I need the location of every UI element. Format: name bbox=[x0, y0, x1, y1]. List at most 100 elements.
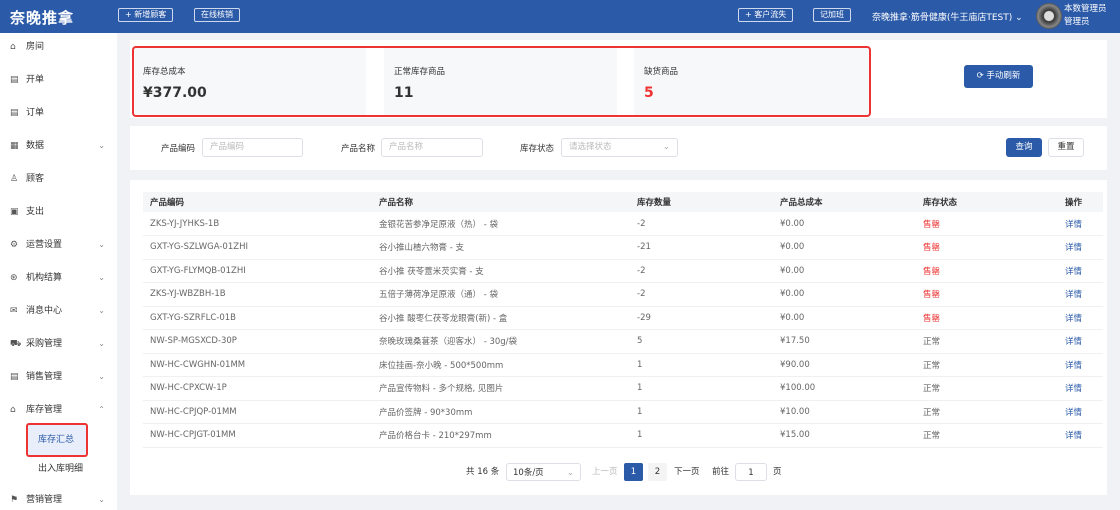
page-1-button[interactable]: 1 bbox=[624, 463, 643, 481]
name-input[interactable]: 产品名称 bbox=[381, 138, 483, 157]
sidebar-item-inventory-summary[interactable]: 库存汇总 bbox=[26, 423, 88, 457]
cell-code: GXT-YG-SZLWGA-01ZHI bbox=[143, 235, 372, 260]
store-selector[interactable]: 奈晚推拿·筋骨健康(牛王庙店TEST) ⌄ bbox=[872, 10, 1023, 23]
col-code: 产品编码 bbox=[143, 192, 372, 212]
store-name: 奈晚推拿·筋骨健康(牛王庙店TEST) bbox=[872, 13, 1013, 23]
sidebar-item-label: 运营设置 bbox=[26, 240, 63, 250]
detail-link[interactable]: 详情 bbox=[1058, 259, 1103, 283]
cell-cost: ¥10.00 bbox=[773, 400, 916, 424]
cell-status: 售罄 bbox=[916, 235, 1058, 260]
cell-status: 售罄 bbox=[916, 282, 1058, 307]
cell-code: ZKS-YJ-WBZBH-1B bbox=[143, 282, 372, 307]
customer-loss-button[interactable]: + 客户流失 bbox=[738, 8, 794, 22]
col-name: 产品名称 bbox=[372, 192, 630, 212]
cell-cost: ¥90.00 bbox=[773, 353, 916, 377]
sidebar-item-stock-detail[interactable]: 出入库明细 bbox=[0, 459, 117, 479]
sidebar-item[interactable]: ⚙ 运营设置 ⌄ bbox=[0, 235, 117, 255]
detail-link[interactable]: 详情 bbox=[1058, 282, 1103, 307]
cell-code: NW-HC-CPJQP-01MM bbox=[143, 400, 372, 424]
sidebar-item[interactable]: ⌂ 房间 bbox=[0, 37, 117, 57]
goto-page-input[interactable]: 1 bbox=[735, 463, 767, 481]
cell-qty: -2 bbox=[630, 259, 773, 283]
sidebar-item[interactable]: ▣ 支出 bbox=[0, 202, 117, 222]
detail-link[interactable]: 详情 bbox=[1058, 212, 1103, 236]
chevron-icon: ⌄ bbox=[98, 372, 105, 381]
detail-link[interactable]: 详情 bbox=[1058, 235, 1103, 260]
col-qty: 库存数量 bbox=[630, 192, 773, 212]
sidebar-item[interactable]: ▦ 数据 ⌄ bbox=[0, 136, 117, 156]
chevron-icon: ⌄ bbox=[98, 306, 105, 315]
cell-code: GXT-YG-FLYMQB-01ZHI bbox=[143, 259, 372, 283]
table-row: NW-HC-CPXCW-1P 产品宣传物料 - 多个规格, 见图片 1 ¥100.00… bbox=[143, 376, 1103, 401]
page-2-button[interactable]: 2 bbox=[648, 463, 667, 481]
cell-status: 正常 bbox=[916, 423, 1058, 448]
status-select[interactable]: 请选择状态 ⌄ bbox=[561, 138, 678, 157]
sidebar-item[interactable]: ▤ 订单 bbox=[0, 103, 117, 123]
cell-qty: -2 bbox=[630, 212, 773, 236]
sidebar-item[interactable]: ▤ 开单 bbox=[0, 70, 117, 90]
menu-icon: ▦ bbox=[10, 141, 19, 151]
cell-code: NW-HC-CPXCW-1P bbox=[143, 376, 372, 401]
cell-cost: ¥0.00 bbox=[773, 306, 916, 330]
cell-qty: -21 bbox=[630, 235, 773, 260]
page-unit-label: 页 bbox=[773, 467, 782, 477]
cell-cost: ¥100.00 bbox=[773, 376, 916, 401]
table-row: NW-HC-CWGHN-01MM 床位挂画-奈小晚 - 500*500mm 1 ¥90… bbox=[143, 353, 1103, 377]
chevron-down-icon: ⌄ bbox=[662, 142, 670, 152]
add-customer-button[interactable]: + 新增顾客 bbox=[118, 8, 174, 22]
cell-qty: 1 bbox=[630, 423, 773, 448]
prev-page-button[interactable]: 上一页 bbox=[592, 463, 618, 481]
sidebar-item[interactable]: ✉ 消息中心 ⌄ bbox=[0, 301, 117, 321]
query-button[interactable]: 查询 bbox=[1006, 138, 1042, 157]
table-row: GXT-YG-FLYMQB-01ZHI 谷小推 茯苓薏米芡实膏 - 支 -2 ¥0.0… bbox=[143, 259, 1103, 283]
reset-button[interactable]: 重置 bbox=[1048, 138, 1084, 157]
table-row: ZKS-YJ-JYHKS-1B 金银花苦参净足原液（热） - 袋 -2 ¥0.00 售罄… bbox=[143, 212, 1103, 236]
cell-qty: 5 bbox=[630, 329, 773, 354]
next-page-button[interactable]: 下一页 bbox=[674, 463, 700, 481]
cell-cost: ¥15.00 bbox=[773, 423, 916, 448]
code-label: 产品编码 bbox=[161, 144, 196, 154]
detail-link[interactable]: 详情 bbox=[1058, 329, 1103, 354]
detail-link[interactable]: 详情 bbox=[1058, 376, 1103, 401]
cell-name: 五倍子薄荷净足原液（通） - 袋 bbox=[372, 282, 630, 307]
chevron-icon: ⌄ bbox=[98, 339, 105, 348]
sidebar-item[interactable]: ⌂ 库存管理 ⌃ bbox=[0, 400, 117, 420]
detail-link[interactable]: 详情 bbox=[1058, 306, 1103, 330]
chevron-icon: ⌃ bbox=[98, 405, 105, 414]
sidebar-item-label: 营销管理 bbox=[26, 495, 63, 505]
page-size-select[interactable]: 10条/页 ⌄ bbox=[506, 463, 581, 481]
avatar[interactable] bbox=[1036, 3, 1062, 29]
sidebar-item[interactable]: ⛟ 采购管理 ⌄ bbox=[0, 334, 117, 354]
menu-icon: ✉ bbox=[10, 306, 18, 316]
sidebar-item-label: 机构结算 bbox=[26, 273, 63, 283]
detail-link[interactable]: 详情 bbox=[1058, 423, 1103, 448]
sidebar-item[interactable]: ♙ 顾客 bbox=[0, 169, 117, 189]
chevron-icon: ⌄ bbox=[98, 495, 105, 504]
sidebar-item[interactable]: ⊛ 机构结算 ⌄ bbox=[0, 268, 117, 288]
cell-cost: ¥0.00 bbox=[773, 235, 916, 260]
total-count: 共 16 条 bbox=[466, 467, 500, 477]
cell-name: 床位挂画-奈小晚 - 500*500mm bbox=[372, 353, 630, 377]
cell-status: 售罄 bbox=[916, 306, 1058, 330]
cell-status: 售罄 bbox=[916, 212, 1058, 236]
chevron-icon: ⌄ bbox=[98, 240, 105, 249]
user-role: 管理员 bbox=[1064, 17, 1090, 27]
clock-shift-button[interactable]: 记加班 bbox=[813, 8, 851, 22]
sidebar-item-label: 开单 bbox=[26, 75, 45, 85]
cell-cost: ¥17.50 bbox=[773, 329, 916, 354]
chevron-icon: ⌄ bbox=[98, 273, 105, 282]
detail-link[interactable]: 详情 bbox=[1058, 353, 1103, 377]
manual-refresh-button[interactable]: ⟳ 手动刷新 bbox=[964, 65, 1033, 88]
sidebar-item-label: 订单 bbox=[26, 108, 45, 118]
detail-link[interactable]: 详情 bbox=[1058, 400, 1103, 424]
code-input[interactable]: 产品编码 bbox=[202, 138, 303, 157]
sidebar: ⌂ 房间 ▤ 开单 ▤ 订单 ▦ 数据 ⌄ ♙ 顾客 ▣ 支出 ⚙ 运营设置 ⌄ ⊛ 机构结算 ⌄ ✉ 消息中心 ⌄ ⛟ 采购… bbox=[0, 33, 117, 510]
menu-icon: ▣ bbox=[10, 207, 19, 217]
online-verify-button[interactable]: 在线核销 bbox=[194, 8, 240, 22]
sidebar-item[interactable]: ⚑ 营销管理 ⌄ bbox=[0, 490, 117, 510]
cell-qty: -29 bbox=[630, 306, 773, 330]
sidebar-item[interactable]: ▤ 销售管理 ⌄ bbox=[0, 367, 117, 387]
cell-qty: 1 bbox=[630, 400, 773, 424]
table-row: NW-HC-CPJQP-01MM 产品价签牌 - 90*30mm 1 ¥10.00 正常… bbox=[143, 400, 1103, 424]
sidebar-item-label: 库存管理 bbox=[26, 405, 63, 415]
